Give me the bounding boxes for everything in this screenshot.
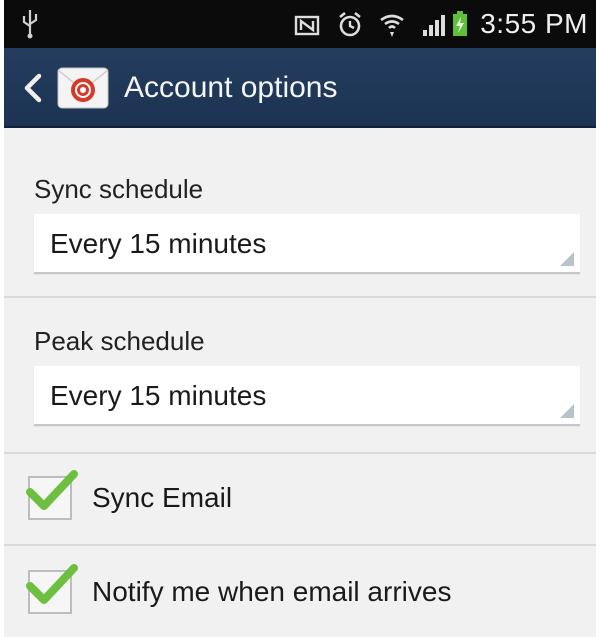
page-title: Account options	[124, 71, 338, 104]
status-icons	[294, 10, 448, 40]
peak-schedule-dropdown[interactable]: Every 15 minutes	[34, 366, 580, 426]
back-chevron-icon[interactable]	[22, 72, 44, 104]
usb-icon	[22, 10, 38, 39]
divider	[4, 296, 596, 298]
check-mark-icon	[26, 564, 78, 604]
dropdown-caret-icon	[560, 252, 574, 266]
sync-schedule-dropdown[interactable]: Every 15 minutes	[34, 214, 580, 274]
divider	[4, 452, 596, 454]
sync-schedule-value: Every 15 minutes	[50, 228, 267, 259]
notify-row[interactable]: Notify me when email arrives	[4, 552, 596, 632]
email-app-icon[interactable]	[56, 64, 110, 112]
battery-charging-icon	[453, 11, 467, 36]
signal-icon	[423, 15, 445, 36]
settings-list: Sync schedule Every 15 minutes Peak sche…	[4, 128, 596, 637]
wifi-icon	[380, 14, 404, 37]
notify-label: Notify me when email arrives	[92, 576, 452, 607]
sync-schedule-label: Sync schedule	[34, 174, 204, 204]
status-time: 3:55 PM	[480, 8, 588, 39]
dropdown-caret-icon	[560, 404, 574, 418]
alarm-icon	[339, 11, 361, 37]
action-bar: Account options	[4, 48, 596, 128]
divider	[4, 544, 596, 546]
screen: 3:55 PM Account options Sync schedule Ev…	[4, 0, 596, 637]
check-mark-icon	[26, 470, 78, 510]
peak-schedule-label: Peak schedule	[34, 326, 205, 356]
sync-email-label: Sync Email	[92, 482, 233, 513]
status-bar: 3:55 PM	[4, 0, 596, 48]
nfc-icon	[294, 15, 320, 36]
sync-email-row[interactable]: Sync Email	[4, 458, 596, 538]
peak-schedule-value: Every 15 minutes	[50, 380, 267, 411]
